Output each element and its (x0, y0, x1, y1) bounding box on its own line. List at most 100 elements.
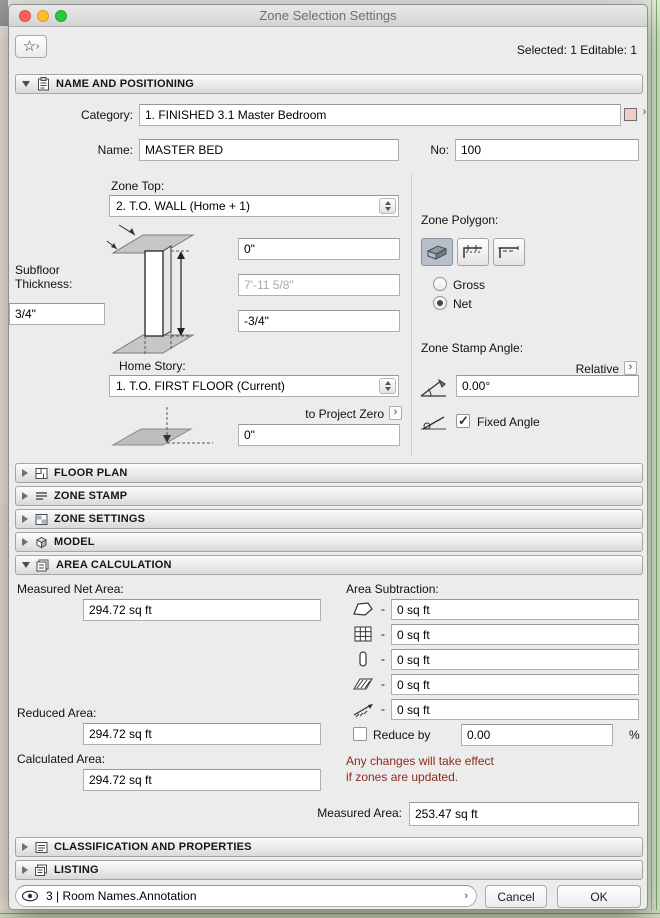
zone-settings-icon (34, 512, 48, 526)
disclosure-closed-icon (22, 538, 28, 546)
category-picker-chevron[interactable]: › (638, 107, 651, 121)
walls-icon (351, 649, 375, 669)
background-drawing-bottom (0, 910, 660, 918)
layer-dropdown[interactable]: 3 | Room Names.Annotation › (15, 885, 477, 907)
disclosure-closed-icon (22, 843, 28, 851)
subfloor-label-line2: Thickness: (15, 277, 73, 291)
zoom-window-button[interactable] (55, 10, 67, 22)
stamp-angle-input[interactable] (456, 375, 639, 397)
selection-status: Selected: 1 Editable: 1 (516, 43, 637, 57)
zone-solid-icon (426, 245, 448, 260)
subtraction-hatched-field (391, 674, 639, 695)
disclosure-closed-icon (22, 866, 28, 874)
ramp-slope-icon (351, 699, 375, 719)
zone-stamp-icon (34, 489, 48, 503)
zone-height-diagram (106, 224, 195, 354)
reduce-by-label: Reduce by (373, 728, 431, 742)
section-label: ZONE SETTINGS (54, 513, 146, 525)
section-classification-and-properties[interactable]: CLASSIFICATION AND PROPERTIES (15, 837, 643, 857)
column-divider (411, 173, 412, 455)
section-label: ZONE STAMP (54, 490, 128, 502)
subtraction-walls-field (391, 649, 639, 670)
stepper-icon[interactable] (379, 198, 396, 214)
project-zero-reference-chevron[interactable]: › (389, 406, 402, 420)
close-window-button[interactable] (19, 10, 31, 22)
number-label: No: (430, 143, 449, 157)
home-story-value: 1. T.O. FIRST FLOOR (Current) (116, 379, 285, 393)
reduce-by-checkbox[interactable] (353, 727, 367, 741)
category-color-swatch[interactable] (624, 108, 637, 121)
zone-selection-settings-dialog: Zone Selection Settings ☆ › Selected: 1 E… (8, 4, 648, 910)
to-project-zero-label: to Project Zero (305, 407, 384, 421)
reduce-by-input[interactable] (461, 724, 613, 746)
disclosure-closed-icon (22, 492, 28, 500)
cancel-button[interactable]: Cancel (485, 885, 547, 908)
section-model[interactable]: MODEL (15, 532, 643, 552)
zone-inner-edge-icon (463, 245, 482, 258)
measured-area-field (409, 802, 639, 826)
calculated-area-label: Calculated Area: (17, 752, 106, 766)
section-zone-settings[interactable]: ZONE SETTINGS (15, 509, 643, 529)
section-label: FLOOR PLAN (54, 467, 128, 479)
reduced-area-label: Reduced Area: (17, 706, 97, 720)
zone-top-dropdown[interactable]: 2. T.O. WALL (Home + 1) (109, 195, 399, 217)
background-drawing-left (0, 0, 8, 918)
section-label: AREA CALCULATION (56, 559, 172, 571)
subtraction-ramp-field (391, 699, 639, 720)
chevron-right-icon: › (393, 406, 398, 418)
bottom-offset-input[interactable] (238, 310, 400, 332)
clipboard-icon (36, 77, 50, 91)
net-radio[interactable] (433, 296, 447, 310)
angle-reference-chevron[interactable]: › (624, 361, 637, 375)
section-label: LISTING (54, 864, 99, 876)
low-areas-icon (351, 599, 375, 619)
ok-button[interactable]: OK (557, 885, 641, 908)
fixed-angle-label: Fixed Angle (477, 415, 540, 429)
subtraction-low-areas-field (391, 599, 639, 620)
stepper-icon[interactable] (379, 378, 396, 394)
subfloor-thickness-input[interactable] (9, 303, 105, 325)
area-subtraction-label: Area Subtraction: (346, 582, 439, 596)
cube-icon (34, 535, 48, 549)
gross-radio[interactable] (433, 277, 447, 291)
minus-sign: - (381, 602, 385, 616)
area-calculation-icon (36, 558, 50, 572)
category-input[interactable] (139, 104, 621, 126)
zone-polygon-reference-line-button[interactable] (493, 238, 525, 266)
calculated-area-field (83, 769, 321, 791)
title-bar[interactable]: Zone Selection Settings (9, 5, 647, 27)
reduced-area-field (83, 723, 321, 745)
zone-name-input[interactable] (139, 139, 399, 161)
zone-top-value: 2. T.O. WALL (Home + 1) (116, 199, 250, 213)
project-zero-offset-input[interactable] (238, 424, 400, 446)
fixed-angle-icon (421, 416, 446, 430)
net-label: Net (453, 297, 472, 311)
minimize-window-button[interactable] (37, 10, 49, 22)
minus-sign: - (381, 702, 385, 716)
zone-stamp-angle-label: Zone Stamp Angle: (421, 341, 524, 355)
favorites-button[interactable]: ☆ › (15, 35, 47, 58)
section-zone-stamp[interactable]: ZONE STAMP (15, 486, 643, 506)
update-note-line1: Any changes will take effect (346, 754, 494, 768)
subfloor-label-line1: Subfloor (15, 263, 60, 277)
relative-label: Relative (575, 362, 619, 376)
disclosure-open-icon (22, 81, 30, 87)
subtraction-columns-field (391, 624, 639, 645)
home-story-dropdown[interactable]: 1. T.O. FIRST FLOOR (Current) (109, 375, 399, 397)
zone-polygon-inner-edge-button[interactable] (457, 238, 489, 266)
zone-polygon-3d-button[interactable] (421, 238, 453, 266)
section-area-calculation[interactable]: AREA CALCULATION (15, 555, 643, 575)
star-icon: ☆ (22, 38, 37, 55)
fixed-angle-checkbox[interactable] (456, 413, 470, 429)
section-floor-plan[interactable]: FLOOR PLAN (15, 463, 643, 483)
section-name-and-positioning[interactable]: NAME AND POSITIONING (15, 74, 643, 94)
listing-icon (34, 863, 48, 877)
disclosure-open-icon (22, 562, 30, 568)
top-offset-input[interactable] (238, 238, 400, 260)
section-label: NAME AND POSITIONING (56, 78, 195, 90)
background-drawing-right (648, 0, 660, 918)
category-label: Category: (80, 108, 133, 122)
section-listing[interactable]: LISTING (15, 860, 643, 880)
zone-number-input[interactable] (455, 139, 639, 161)
minus-sign: - (381, 627, 385, 641)
